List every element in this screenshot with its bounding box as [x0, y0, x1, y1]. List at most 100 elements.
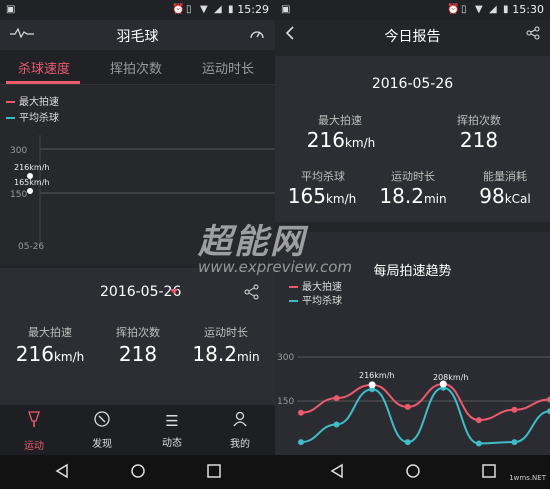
stat-duration: 18.2min — [369, 184, 457, 208]
app-bar: 羽毛球 — [0, 20, 275, 50]
stat-value: 216 — [306, 128, 345, 152]
vibrate-icon: ▯ — [461, 4, 467, 15]
series-point-1-0[interactable] — [298, 439, 304, 446]
series-point-0-3[interactable] — [404, 403, 411, 410]
share-icon[interactable] — [526, 26, 540, 44]
stat-label: 运动时长 — [391, 170, 435, 183]
stat-label: 挥拍次数 — [457, 114, 501, 127]
callout-label-1: 216km/h — [359, 371, 394, 380]
stat-max-speed: 216km/h — [289, 128, 393, 152]
series-point-1-5[interactable] — [475, 440, 482, 447]
stat-value: 165 — [287, 184, 326, 208]
tab-swing-count[interactable]: 挥拍次数 — [110, 58, 162, 77]
page-title: 羽毛球 — [116, 29, 159, 45]
peak-marker-1 — [439, 380, 447, 388]
back-button[interactable] — [54, 463, 70, 479]
tab-smash-speed[interactable]: 杀球速度 — [18, 58, 70, 77]
home-button[interactable] — [405, 463, 421, 479]
report-date: 2016-05-26 — [371, 76, 454, 92]
signal-icon: ◢ — [214, 4, 222, 15]
nav-item-feed[interactable]: ☰ 动态 — [152, 411, 192, 449]
series-point-0-1[interactable] — [333, 395, 340, 402]
x-tick-label: 05-26 — [18, 242, 44, 252]
stat-label: 最大拍速 — [28, 326, 72, 339]
battery-icon: ▮ — [503, 4, 509, 15]
nav-label: 发现 — [92, 439, 112, 450]
status-clock: 15:29 — [237, 3, 269, 16]
vibrate-icon: ▯ — [186, 4, 192, 15]
trend-card: 每局拍速趋势 最大拍速 平均杀球 300 150 216km/h 208km/h — [275, 232, 550, 455]
nav-label: 动态 — [162, 438, 182, 449]
point-label-max: 216km/h — [14, 163, 49, 172]
wifi-icon: ▼ — [200, 4, 208, 15]
nav-label: 我的 — [230, 439, 250, 450]
stat-value: 18.2 — [379, 184, 424, 208]
nav-item-sport[interactable]: 运动 — [14, 411, 54, 452]
stat-value: 18.2 — [192, 342, 237, 366]
page-title: 今日报告 — [384, 29, 441, 45]
stat-unit: km/h — [325, 192, 357, 206]
stat-label: 运动时长 — [204, 326, 248, 339]
recents-button[interactable] — [481, 463, 497, 479]
stat-energy: 98kCal — [461, 184, 549, 208]
report-card: 2016-05-26 最大拍速 216km/h 挥拍次数 218 平均杀球 16… — [275, 56, 550, 222]
stat-swing-count: 218 — [98, 342, 178, 366]
series-point-0-0[interactable] — [298, 409, 304, 416]
speed-chart: 最大拍速 平均杀球 300 150 05-26 216km/h 165km/h — [0, 84, 275, 264]
system-navigation-bar — [275, 455, 550, 489]
nav-item-discover[interactable]: 发现 — [82, 411, 122, 450]
stat-label: 挥拍次数 — [116, 326, 160, 339]
alarm-icon: ⏰ — [172, 4, 185, 15]
stat-label: 平均杀球 — [301, 170, 345, 183]
bottom-navigation: 运动 发现 ☰ 动态 我的 — [0, 405, 275, 455]
series-point-1-3[interactable] — [404, 439, 411, 446]
image-notification-icon: ▣ — [6, 4, 16, 15]
callout-label-2: 208km/h — [433, 373, 468, 382]
stat-value: 218 — [118, 342, 158, 366]
left-phone-screen: ▣ ⏰ ▯ ▼ ◢ ▮ 15:29 羽毛球 杀球速度 挥拍次数 运动时长 最大拍… — [0, 0, 275, 489]
series-point-1-1[interactable] — [333, 421, 340, 428]
point-label-avg: 165km/h — [14, 178, 49, 187]
stat-max-speed: 216km/h — [2, 342, 98, 366]
date-dropdown-icon[interactable] — [170, 289, 180, 297]
stat-unit: km/h — [53, 350, 85, 364]
status-clock: 15:30 — [512, 3, 544, 16]
trend-chart-canvas: 300 150 216km/h 208km/h — [277, 353, 550, 447]
status-bar: ▣ ⏰ ▯ ▼ ◢ ▮ 15:29 — [0, 0, 275, 20]
person-icon — [220, 411, 260, 432]
series-point-0-6[interactable] — [511, 406, 518, 413]
badminton-icon — [14, 411, 54, 434]
tab-duration[interactable]: 运动时长 — [202, 58, 254, 77]
wifi-icon: ▼ — [475, 4, 483, 15]
right-phone-screen: ▣ ⏰ ▯ ▼ ◢ ▮ 15:30 今日报告 2016-05-26 最大拍速 2… — [275, 0, 550, 489]
stat-avg-smash: 165km/h — [277, 184, 367, 208]
share-icon[interactable] — [244, 284, 260, 300]
series-point-0-5[interactable] — [475, 417, 482, 424]
stat-unit: min — [236, 350, 260, 364]
y-tick-label: 150 — [10, 190, 27, 200]
nav-item-me[interactable]: 我的 — [220, 411, 260, 450]
app-bar: 今日报告 — [275, 20, 550, 50]
speedometer-icon[interactable] — [249, 26, 265, 44]
summary-card: 2016-05-26 最大拍速 216km/h 挥拍次数 218 运动时长 18… — [0, 268, 275, 405]
home-button[interactable] — [130, 463, 146, 479]
back-button[interactable] — [329, 463, 345, 479]
series-point-1-6[interactable] — [511, 439, 518, 446]
peak-marker-0 — [368, 381, 376, 389]
y-tick-label: 150 — [277, 397, 294, 407]
compass-icon — [82, 411, 122, 432]
y-tick-label: 300 — [10, 146, 27, 156]
metric-tabs: 杀球速度 挥拍次数 运动时长 — [0, 50, 275, 84]
stat-unit: min — [423, 192, 447, 206]
status-bar: ▣ ⏰ ▯ ▼ ◢ ▮ 15:30 — [275, 0, 550, 20]
data-point-avg[interactable] — [27, 188, 33, 194]
chart-canvas: 300 150 05-26 216km/h 165km/h — [10, 135, 275, 252]
stat-label: 能量消耗 — [483, 170, 527, 183]
screenshot-root: ▣ ⏰ ▯ ▼ ◢ ▮ 15:29 羽毛球 杀球速度 挥拍次数 运动时长 最大拍… — [0, 0, 550, 489]
signal-icon: ◢ — [489, 4, 497, 15]
y-tick-label: 300 — [277, 353, 294, 363]
nav-label: 运动 — [24, 441, 44, 452]
stat-unit: kCal — [504, 192, 531, 206]
stat-label: 最大拍速 — [318, 114, 362, 127]
recents-button[interactable] — [206, 463, 222, 479]
